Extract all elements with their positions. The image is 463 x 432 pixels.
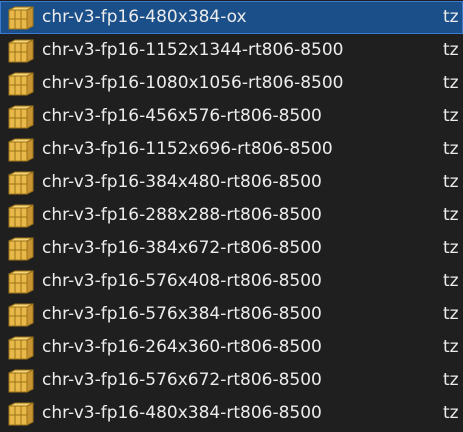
file-name: chr-v3-fp16-576x384-rt806-8500: [42, 304, 322, 324]
archive-icon: [8, 402, 34, 426]
file-name: chr-v3-fp16-1152x1344-rt806-8500: [42, 40, 344, 60]
archive-icon: [8, 105, 34, 129]
file-row[interactable]: chr-v3-fp16-288x288-rt806-8500 tz: [0, 199, 463, 232]
file-name: chr-v3-fp16-384x672-rt806-8500: [42, 238, 322, 258]
archive-icon: [8, 204, 34, 228]
file-type: tz: [443, 304, 459, 324]
file-name: chr-v3-fp16-288x288-rt806-8500: [42, 205, 322, 225]
file-row[interactable]: chr-v3-fp16-456x576-rt806-8500 tz: [0, 100, 463, 133]
file-row[interactable]: chr-v3-fp16-264x360-rt806-8500 tz: [0, 331, 463, 364]
file-type: tz: [443, 403, 459, 423]
file-type: tz: [443, 337, 459, 357]
file-name: chr-v3-fp16-264x360-rt806-8500: [42, 337, 322, 357]
file-name: chr-v3-fp16-576x672-rt806-8500: [42, 370, 322, 390]
file-row[interactable]: chr-v3-fp16-1080x1056-rt806-8500 tz: [0, 67, 463, 100]
file-name: chr-v3-fp16-1080x1056-rt806-8500: [42, 73, 344, 93]
file-row[interactable]: chr-v3-fp16-1152x696-rt806-8500 tz: [0, 133, 463, 166]
file-type: tz: [443, 106, 459, 126]
file-list: chr-v3-fp16-480x384-ox tz chr-v3-fp16-11…: [0, 0, 463, 432]
file-type: tz: [443, 73, 459, 93]
file-row[interactable]: chr-v3-fp16-384x672-rt806-8500 tz: [0, 232, 463, 265]
file-name: chr-v3-fp16-576x408-rt806-8500: [42, 271, 322, 291]
file-row[interactable]: chr-v3-fp16-480x384-rt806-8500 tz: [0, 397, 463, 430]
file-type: tz: [443, 370, 459, 390]
file-type: tz: [443, 205, 459, 225]
archive-icon: [8, 237, 34, 261]
archive-icon: [8, 72, 34, 96]
file-type: tz: [443, 238, 459, 258]
file-name: chr-v3-fp16-480x384-rt806-8500: [42, 403, 322, 423]
archive-icon: [8, 270, 34, 294]
file-type: tz: [443, 7, 459, 27]
archive-icon: [8, 369, 34, 393]
file-name: chr-v3-fp16-456x576-rt806-8500: [42, 106, 322, 126]
file-row[interactable]: chr-v3-fp16-576x672-rt806-8500 tz: [0, 364, 463, 397]
file-row[interactable]: chr-v3-fp16-576x384-rt806-8500 tz: [0, 298, 463, 331]
file-name: chr-v3-fp16-480x384-ox: [42, 7, 247, 27]
archive-icon: [8, 171, 34, 195]
archive-icon: [8, 303, 34, 327]
file-type: tz: [443, 271, 459, 291]
archive-icon: [8, 39, 34, 63]
archive-icon: [8, 336, 34, 360]
archive-icon: [8, 6, 34, 30]
file-row[interactable]: chr-v3-fp16-576x408-rt806-8500 tz: [0, 265, 463, 298]
file-row[interactable]: chr-v3-fp16-1152x1344-rt806-8500 tz: [0, 34, 463, 67]
file-name: chr-v3-fp16-1152x696-rt806-8500: [42, 139, 333, 159]
file-row[interactable]: chr-v3-fp16-384x480-rt806-8500 tz: [0, 166, 463, 199]
file-name: chr-v3-fp16-384x480-rt806-8500: [42, 172, 322, 192]
file-type: tz: [443, 40, 459, 60]
archive-icon: [8, 138, 34, 162]
file-type: tz: [443, 139, 459, 159]
file-row[interactable]: chr-v3-fp16-480x384-ox tz: [0, 1, 463, 34]
file-type: tz: [443, 172, 459, 192]
